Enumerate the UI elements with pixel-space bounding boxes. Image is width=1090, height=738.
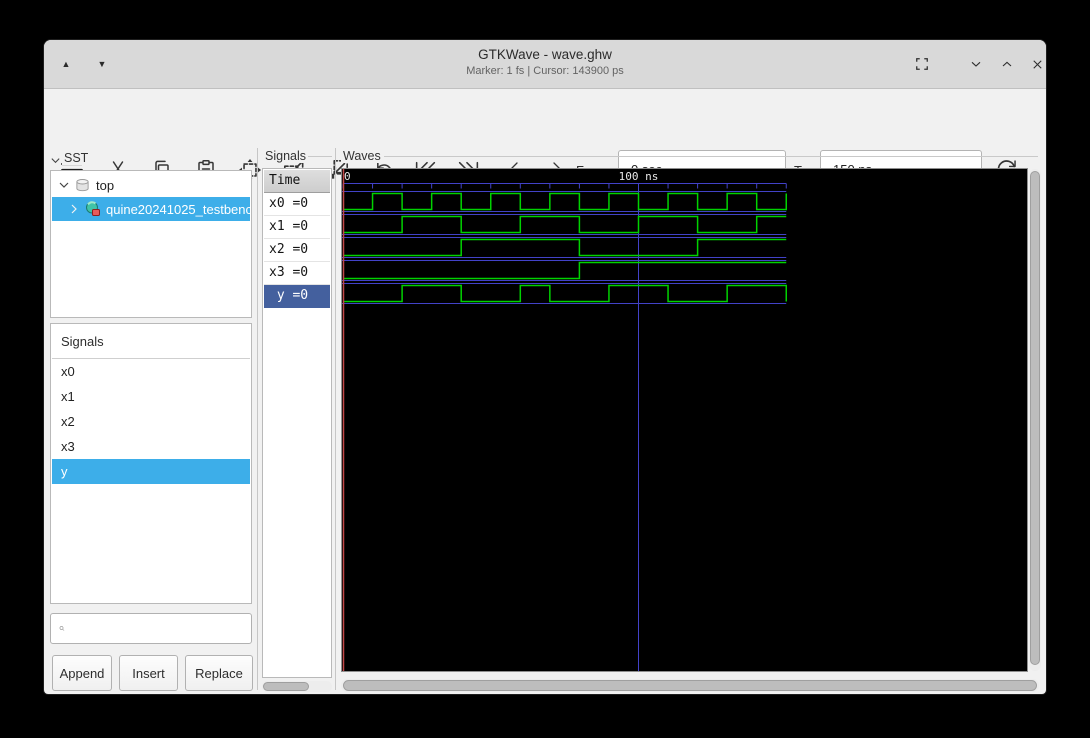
module-icon <box>86 201 100 216</box>
maximize-button[interactable] <box>993 50 1021 78</box>
chevron-down-icon[interactable] <box>58 179 70 191</box>
fullscreen-button[interactable] <box>908 50 936 78</box>
facility-list-panel[interactable]: Signals x0 x1 x2 x3 y <box>50 323 252 604</box>
chevron-down-icon <box>971 61 981 67</box>
tree-node-label: top <box>96 177 115 193</box>
wave-hscrollbar-thumb[interactable] <box>343 680 1037 691</box>
minimize-button[interactable] <box>962 50 990 78</box>
sst-header-label: SST <box>62 151 91 165</box>
name-row-x2[interactable]: x2 =0 <box>264 239 330 262</box>
name-row-x0[interactable]: x0 =0 <box>264 193 330 216</box>
time-header: Time <box>264 170 330 193</box>
names-hscrollbar-track[interactable] <box>262 681 332 692</box>
facility-item-x1[interactable]: x1 <box>52 384 250 409</box>
sst-expander-chevron-down-icon[interactable] <box>50 155 61 166</box>
signal-search-box[interactable] <box>50 613 252 644</box>
facility-item-x2[interactable]: x2 <box>52 409 250 434</box>
marker-cursor-status: Marker: 1 fs | Cursor: 143900 ps <box>466 65 624 77</box>
replace-button[interactable]: Replace <box>185 655 253 691</box>
tree-node-label: quine20241025_testbench <box>106 201 250 217</box>
search-input[interactable] <box>71 620 251 637</box>
names-panel-title: Signals <box>263 149 308 163</box>
facility-item-x0[interactable]: x0 <box>52 359 250 384</box>
sst-tree-panel[interactable]: top quine20241025_testbench <box>50 170 252 318</box>
append-button[interactable]: Append <box>52 655 112 691</box>
waves-panel-title: Waves <box>341 149 383 163</box>
close-icon <box>1032 59 1042 69</box>
signal-names-panel[interactable]: Time x0 =0 x1 =0 x2 =0 x3 =0 y =0 <box>262 168 332 678</box>
gtkwave-window: ▲ ▼ GTKWave - wave.ghw Marker: 1 fs | Cu… <box>44 40 1046 694</box>
wave-vscrollbar-track[interactable] <box>1029 169 1041 671</box>
name-row-x1[interactable]: x1 =0 <box>264 216 330 239</box>
waves-frame-line <box>384 156 1038 157</box>
search-icon <box>59 626 65 631</box>
name-row-y[interactable]: y =0 <box>264 285 330 308</box>
wave-hscrollbar-track[interactable] <box>341 679 1039 692</box>
tree-node-testbench[interactable]: quine20241025_testbench <box>52 197 250 221</box>
chevron-right-icon[interactable] <box>68 203 80 215</box>
splitter-right[interactable] <box>335 148 336 690</box>
names-frame-line <box>306 156 332 157</box>
wave-canvas[interactable]: 0 100 ns <box>341 168 1028 672</box>
chevron-up-icon <box>1002 61 1012 67</box>
names-hscrollbar-thumb[interactable] <box>263 682 309 691</box>
svg-text:0: 0 <box>344 170 351 183</box>
wave-vscrollbar-thumb[interactable] <box>1030 171 1040 665</box>
facility-item-x3[interactable]: x3 <box>52 434 250 459</box>
svg-text:100 ns: 100 ns <box>619 170 659 183</box>
scope-cylinder-icon <box>76 178 89 191</box>
facility-item-y[interactable]: y <box>52 459 250 484</box>
tree-node-top[interactable]: top <box>52 173 250 197</box>
close-button[interactable] <box>1023 50 1046 78</box>
insert-button[interactable]: Insert <box>119 655 178 691</box>
window-title: GTKWave - wave.ghw <box>478 47 612 62</box>
splitter-left[interactable] <box>257 148 258 690</box>
toolbar: From: To: <box>44 89 1046 188</box>
facility-panel-title: Signals <box>52 325 250 359</box>
fullscreen-icon <box>916 58 928 70</box>
titlebar[interactable]: ▲ ▼ GTKWave - wave.ghw Marker: 1 fs | Cu… <box>44 40 1046 89</box>
name-row-x3[interactable]: x3 =0 <box>264 262 330 285</box>
waveform-plot: 0 100 ns <box>342 169 787 671</box>
